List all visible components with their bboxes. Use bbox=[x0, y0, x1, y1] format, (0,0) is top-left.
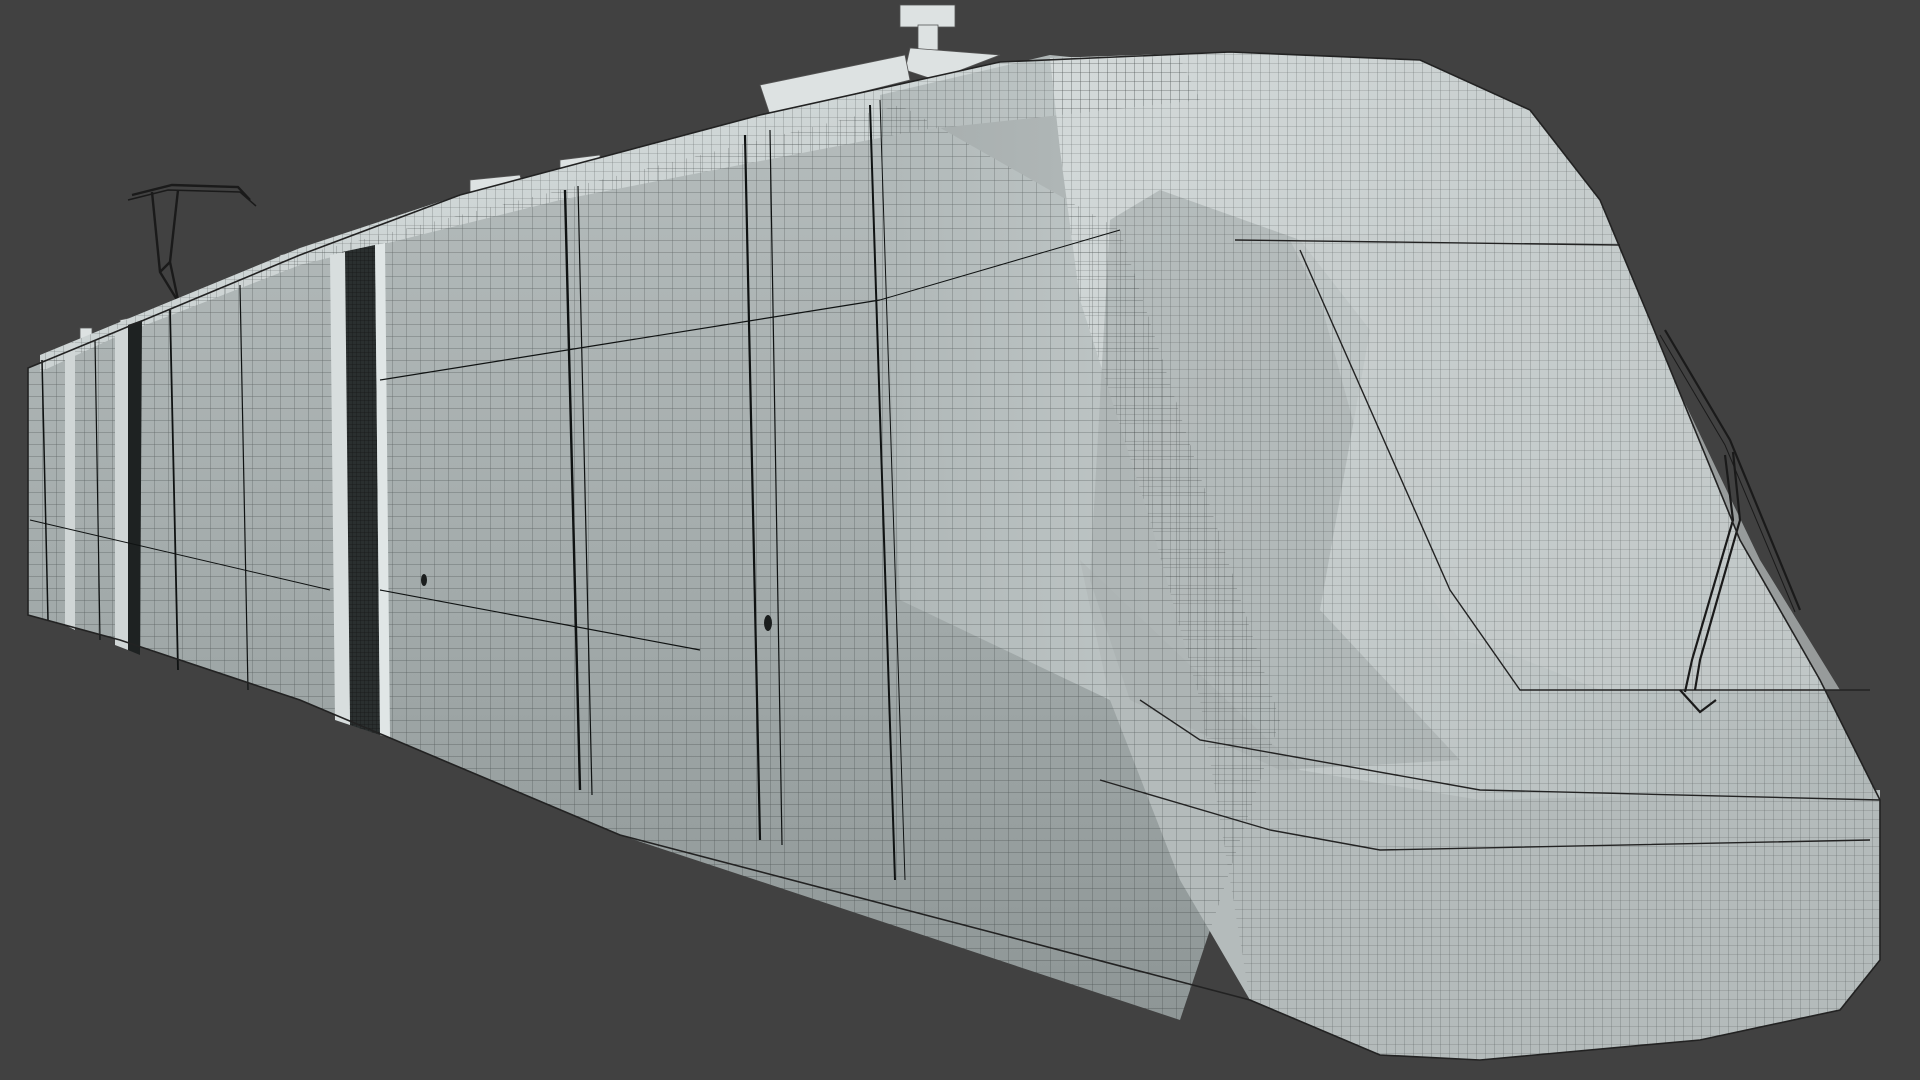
3d-viewport[interactable] bbox=[0, 0, 1920, 1080]
tram-wireframe-model[interactable] bbox=[0, 0, 1920, 1080]
